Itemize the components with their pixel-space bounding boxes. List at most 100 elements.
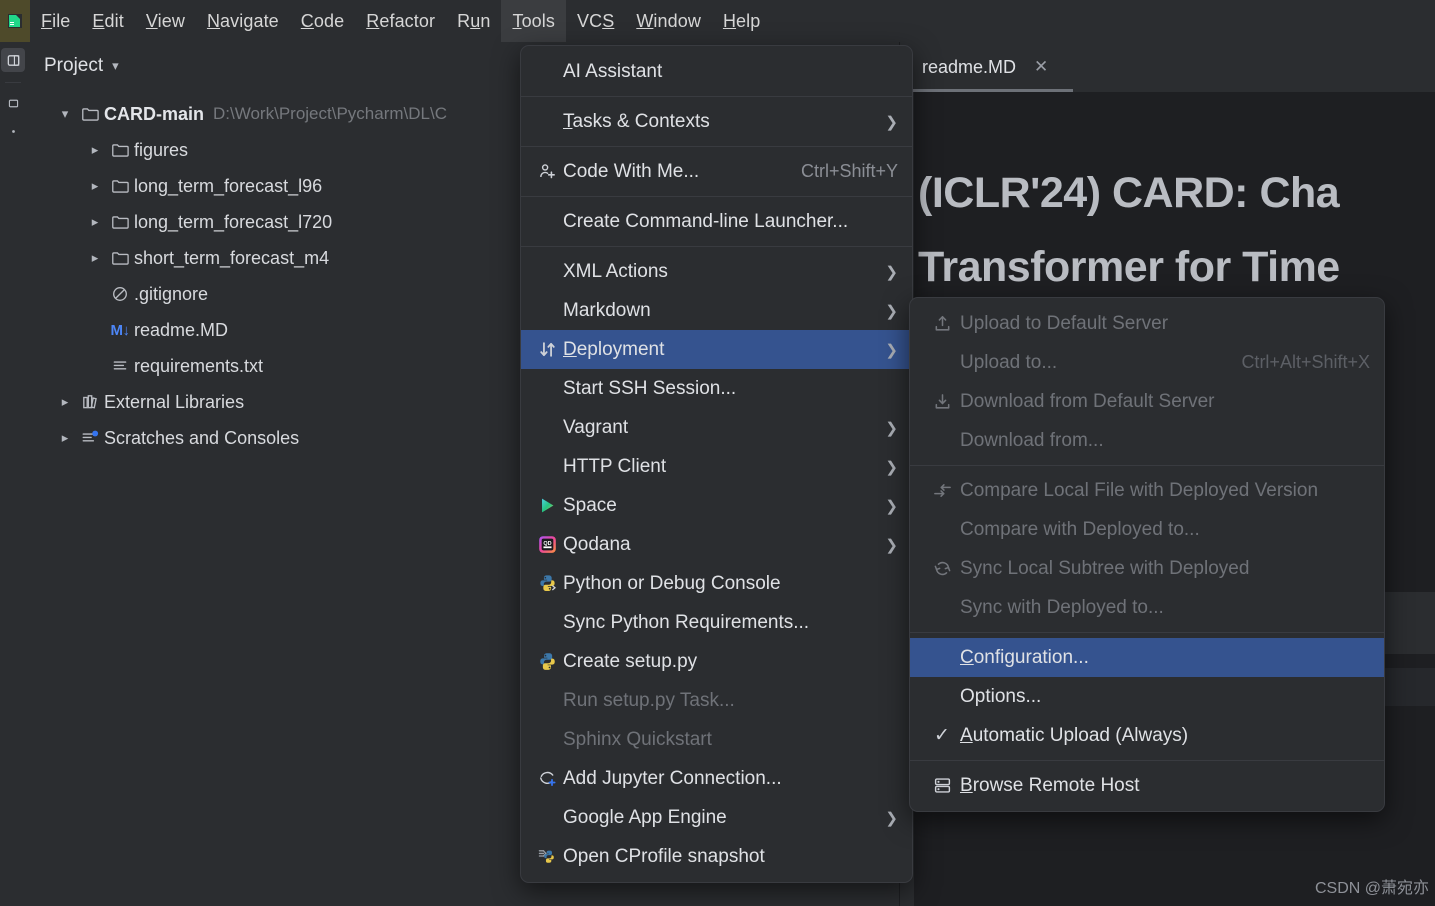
editor-tab-readme[interactable]: readme.MD ✕: [908, 42, 1059, 92]
close-icon[interactable]: ✕: [1034, 57, 1048, 77]
deployment-menu-item-browse-remote-host[interactable]: Browse Remote Host: [910, 766, 1384, 805]
sync-icon: [924, 559, 960, 578]
chevron-right-icon[interactable]: ▸: [84, 214, 106, 230]
space-icon: [531, 496, 563, 515]
menubar-item-label: Help: [722, 10, 761, 31]
structure-tool-window-icon[interactable]: [1, 91, 25, 115]
tools-menu-item-open-cprofile-snapshot[interactable]: Open CProfile snapshot: [521, 837, 912, 876]
bookmarks-tool-window-icon[interactable]: [1, 119, 25, 143]
tools-menu-item-http-client[interactable]: HTTP Client ❯: [521, 447, 912, 486]
menubar-item-file[interactable]: File: [30, 0, 81, 42]
tools-menu-item-python-or-debug-console[interactable]: Python or Debug Console: [521, 564, 912, 603]
menu-item-label: Create Command-line Launcher...: [563, 210, 849, 232]
tools-menu-item-vagrant[interactable]: Vagrant ❯: [521, 408, 912, 447]
tree-row-path: D:\Work\Project\Pycharm\DL\C: [213, 104, 447, 123]
download-icon: [924, 392, 960, 411]
tools-menu-item-ai-assistant[interactable]: AI Assistant: [521, 52, 912, 91]
editor-tab-label: readme.MD: [922, 56, 1017, 77]
menu-item-label: Markdown: [563, 299, 651, 321]
menu-item-label: AI Assistant: [563, 60, 663, 82]
menu-separator: [910, 632, 1384, 633]
menu-separator: [521, 246, 912, 247]
chevron-right-icon[interactable]: ▸: [54, 430, 76, 446]
chevron-right-icon[interactable]: ▸: [84, 250, 106, 266]
menu-bar-items: File Edit View Navigate Code Refactor Run Tools…: [30, 0, 771, 42]
menu-item-label: XML Actions: [563, 260, 668, 282]
deployment-icon: [531, 340, 563, 359]
deployment-menu-item-configuration[interactable]: Configuration...: [910, 638, 1384, 677]
menu-item-label: Start SSH Session...: [563, 377, 737, 399]
menu-item-label: Python or Debug Console: [563, 572, 781, 594]
tools-menu-item-space[interactable]: Space ❯: [521, 486, 912, 525]
chevron-right-icon: ❯: [885, 113, 898, 131]
menubar-item-tools[interactable]: Tools: [501, 0, 566, 42]
chevron-right-icon: ❯: [885, 497, 898, 515]
tools-menu-item-code-with-me[interactable]: Code With Me... Ctrl+Shift+Y: [521, 152, 912, 191]
menu-separator: [521, 196, 912, 197]
menu-separator: [521, 96, 912, 97]
tools-menu-item-tasks-contexts[interactable]: Tasks & Contexts ❯: [521, 102, 912, 141]
project-tool-window-icon[interactable]: [1, 48, 25, 72]
libraries-icon: [76, 393, 104, 411]
menu-item-label: Sphinx Quickstart: [563, 728, 712, 750]
deployment-menu-item-upload-to-default-server: Upload to Default Server: [910, 304, 1384, 343]
tools-menu-item-start-ssh-session[interactable]: Start SSH Session...: [521, 369, 912, 408]
chevron-down-icon[interactable]: ▾: [112, 58, 119, 74]
menubar-item-vcs[interactable]: VCS: [566, 0, 625, 42]
deployment-menu-item-sync-local-subtree-with-deployed: Sync Local Subtree with Deployed: [910, 549, 1384, 588]
tools-menu-item-create-setup-py[interactable]: Create setup.py: [521, 642, 912, 681]
menu-item-label: Upload to Default Server: [960, 312, 1169, 334]
tools-menu-item-deployment[interactable]: Deployment ❯: [521, 330, 912, 369]
menu-item-label: Qodana: [563, 533, 631, 555]
tree-row-label: CARD-main: [104, 103, 205, 124]
editor-tab-bar: readme.MD ✕: [900, 42, 1435, 92]
tools-menu-item-add-jupyter-connection[interactable]: Add Jupyter Connection...: [521, 759, 912, 798]
menu-item-label: Open CProfile snapshot: [563, 845, 765, 867]
deployment-menu-item-options[interactable]: Options...: [910, 677, 1384, 716]
menu-item-shortcut: Ctrl+Shift+Y: [800, 161, 898, 181]
tools-menu-item-markdown[interactable]: Markdown ❯: [521, 291, 912, 330]
tools-menu-item-google-app-engine[interactable]: Google App Engine ❯: [521, 798, 912, 837]
chevron-right-icon: ❯: [885, 419, 898, 437]
tools-menu-item-qodana[interactable]: QD Qodana ❯: [521, 525, 912, 564]
menubar-item-run[interactable]: Run: [446, 0, 501, 42]
remote-host-icon: [924, 776, 960, 795]
menu-item-label: Compare with Deployed to...: [960, 518, 1200, 540]
deployment-menu-item-automatic-upload-always[interactable]: ✓ Automatic Upload (Always): [910, 716, 1384, 755]
menu-item-label: HTTP Client: [563, 455, 667, 477]
menu-item-label: Space: [563, 494, 617, 516]
menubar-item-edit[interactable]: Edit: [81, 0, 134, 42]
menu-item-label: Upload to...: [960, 351, 1058, 373]
chevron-down-icon[interactable]: ▾: [54, 106, 76, 122]
deployment-submenu: Upload to Default Server Upload to... Ctrl…: [909, 297, 1385, 812]
tools-menu-item-xml-actions[interactable]: XML Actions ❯: [521, 252, 912, 291]
menubar-item-refactor[interactable]: Refactor: [355, 0, 446, 42]
menu-separator: [521, 146, 912, 147]
menu-bar: File Edit View Navigate Code Refactor Run Tools…: [0, 0, 1435, 42]
menu-item-label: Code With Me...: [563, 160, 700, 182]
menubar-item-window[interactable]: Window: [625, 0, 712, 42]
chevron-right-icon[interactable]: ▸: [54, 394, 76, 410]
menubar-item-navigate[interactable]: Navigate: [196, 0, 290, 42]
chevron-right-icon: ❯: [885, 458, 898, 476]
tools-menu-item-sync-python-requirements[interactable]: Sync Python Requirements...: [521, 603, 912, 642]
python-console-icon: [531, 574, 563, 593]
tools-menu-item-create-command-line-launcher[interactable]: Create Command-line Launcher...: [521, 202, 912, 241]
menubar-item-label: Code: [300, 10, 345, 31]
menubar-item-label: Window: [636, 10, 701, 31]
menu-item-label: Google App Engine: [563, 806, 727, 828]
readme-heading: (ICLR'24) CARD: Cha Transformer for Time: [918, 169, 1340, 291]
chevron-right-icon[interactable]: ▸: [84, 178, 106, 194]
tree-row-label: .gitignore: [134, 283, 209, 304]
menu-item-label: Compare Local File with Deployed Version: [960, 479, 1319, 501]
folder-icon: [106, 249, 134, 268]
menubar-item-help[interactable]: Help: [712, 0, 771, 42]
menubar-item-code[interactable]: Code: [290, 0, 355, 42]
deployment-menu-item-compare-with-deployed-to: Compare with Deployed to...: [910, 510, 1384, 549]
chevron-right-icon[interactable]: ▸: [84, 142, 106, 158]
menu-item-label: Deployment: [563, 338, 665, 360]
menubar-item-view[interactable]: View: [135, 0, 196, 42]
toolstrip-divider: [5, 82, 21, 83]
scratches-icon: [76, 429, 104, 447]
jupyter-add-icon: [531, 769, 563, 788]
